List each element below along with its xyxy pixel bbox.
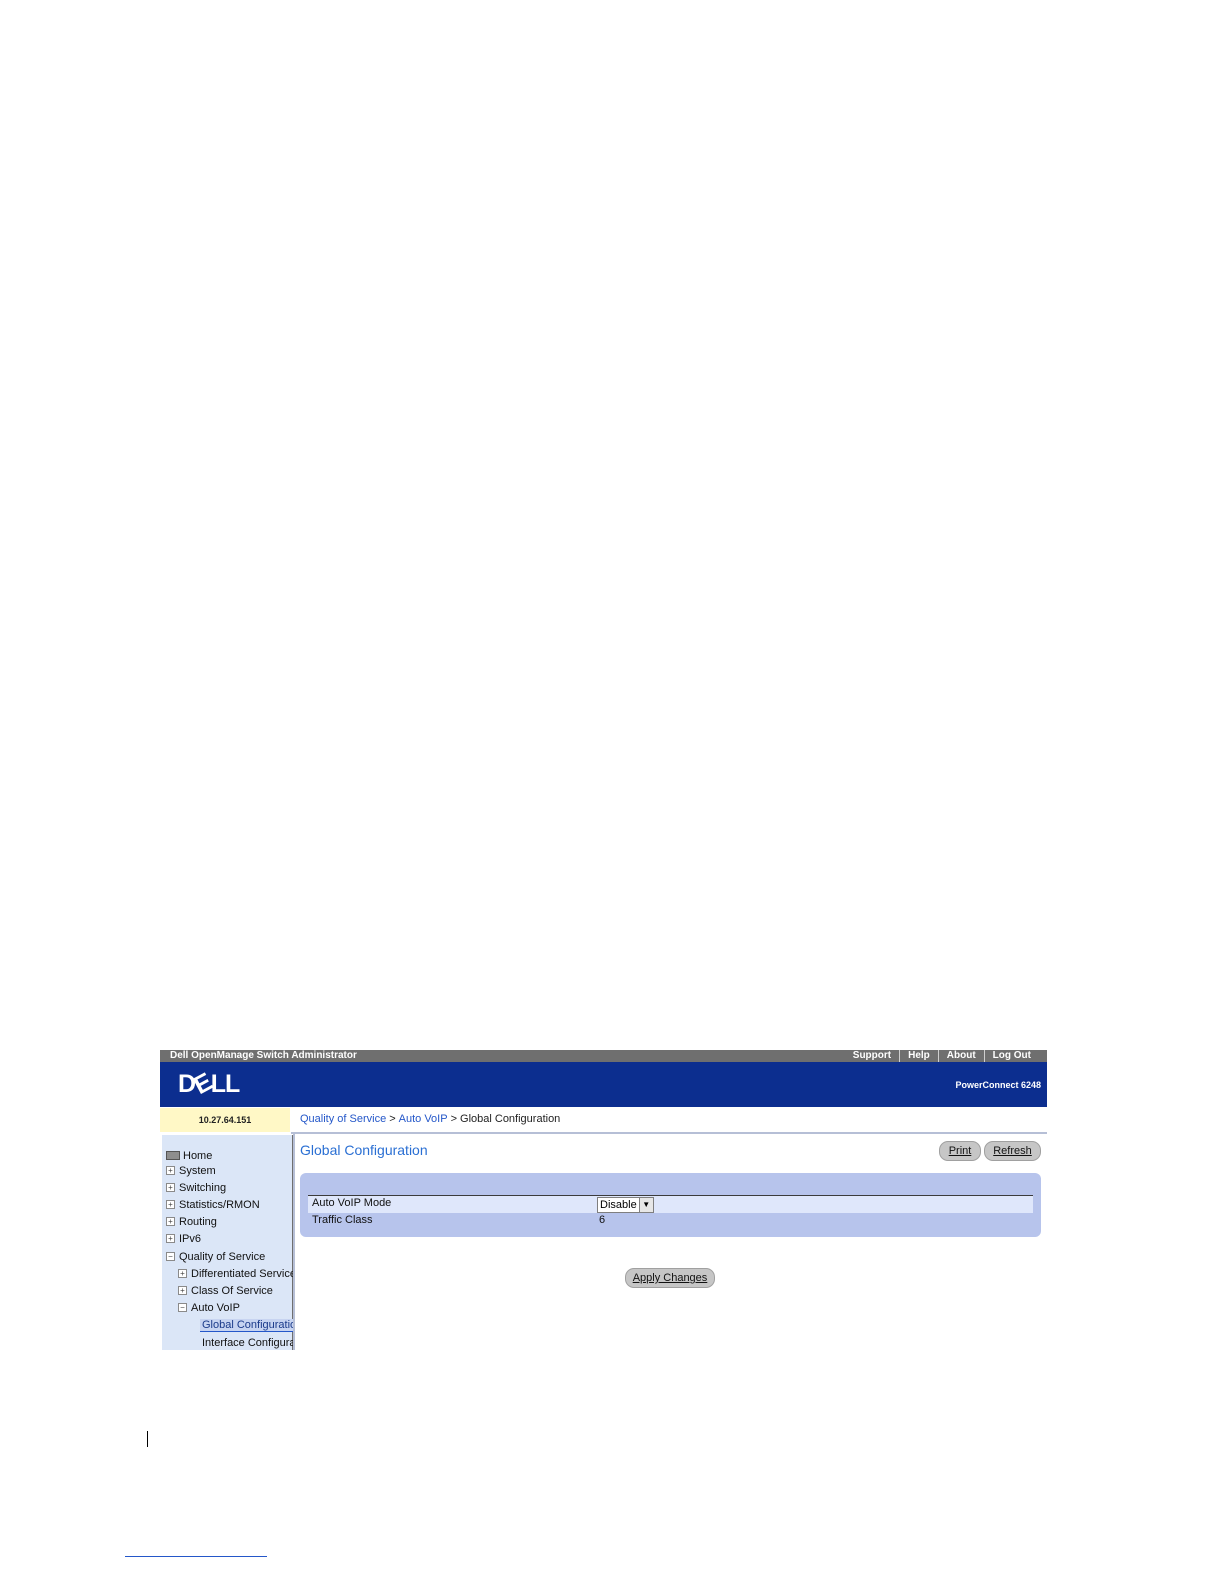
footnote-rule — [125, 1556, 267, 1557]
sidebar-item-ipv6[interactable]: + IPv6 — [166, 1231, 201, 1246]
sidebar-item-global-configuration[interactable]: Global Configuration — [200, 1318, 305, 1333]
sidebar-item-switching[interactable]: + Switching — [166, 1180, 226, 1195]
sidebar-item-diffserv[interactable]: + Differentiated Services — [178, 1266, 301, 1281]
top-links: Support Help About Log Out — [845, 1050, 1039, 1062]
sidebar-item-qos[interactable]: − Quality of Service — [166, 1249, 265, 1264]
product-name: PowerConnect 6248 — [955, 1080, 1041, 1090]
switch-ip: 10.27.64.151 — [160, 1108, 290, 1132]
expand-icon[interactable]: + — [178, 1269, 187, 1278]
print-button[interactable]: Print — [939, 1141, 981, 1161]
top-bar: Dell OpenManage Switch Administrator Sup… — [160, 1050, 1047, 1062]
chevron-down-icon[interactable]: ▼ — [638, 1198, 653, 1212]
about-link[interactable]: About — [937, 1050, 984, 1062]
expand-icon[interactable]: + — [166, 1166, 175, 1175]
expand-icon[interactable]: + — [166, 1200, 175, 1209]
sidebar-item-system[interactable]: + System — [166, 1163, 216, 1178]
apply-changes-button[interactable]: Apply Changes — [625, 1268, 715, 1288]
traffic-class-label: Traffic Class — [312, 1214, 373, 1226]
sidebar-item-routing[interactable]: + Routing — [166, 1214, 217, 1229]
app-title: Dell OpenManage Switch Administrator — [170, 1050, 357, 1061]
banner: DELL PowerConnect 6248 — [160, 1062, 1047, 1107]
main-content: Global Configuration Print Refresh Auto … — [293, 1134, 1047, 1350]
app-window: Dell OpenManage Switch Administrator Sup… — [160, 1050, 1047, 1350]
auto-voip-mode-label: Auto VoIP Mode — [312, 1197, 392, 1209]
collapse-icon[interactable]: − — [166, 1252, 175, 1261]
breadcrumb: Quality of Service > Auto VoIP > Global Conf… — [291, 1108, 1047, 1134]
table-row: Auto VoIP Mode Disable ▼ — [308, 1196, 1033, 1213]
expand-icon[interactable]: + — [166, 1217, 175, 1226]
page-margin-bar — [147, 1431, 148, 1447]
collapse-icon[interactable]: − — [178, 1303, 187, 1312]
sidebar: Home + System + Switching + Statistics/RMON… — [162, 1135, 313, 1350]
traffic-class-value: 6 — [599, 1214, 606, 1226]
help-link[interactable]: Help — [899, 1050, 938, 1062]
logout-link[interactable]: Log Out — [983, 1050, 1039, 1062]
expand-icon[interactable]: + — [166, 1234, 175, 1243]
sidebar-item-auto-voip[interactable]: − Auto VoIP — [178, 1300, 240, 1315]
expand-icon[interactable]: + — [178, 1286, 187, 1295]
dell-logo: DELL — [178, 1068, 240, 1101]
crumb-qos[interactable]: Quality of Service — [300, 1113, 386, 1125]
refresh-button[interactable]: Refresh — [984, 1141, 1041, 1161]
auto-voip-mode-select[interactable]: Disable ▼ — [597, 1197, 654, 1213]
sidebar-item-home[interactable]: Home — [166, 1148, 212, 1163]
support-link[interactable]: Support — [845, 1050, 899, 1062]
crumb-current: Global Configuration — [460, 1113, 561, 1125]
config-panel: Auto VoIP Mode Disable ▼ Traffic Class 6 — [300, 1173, 1041, 1237]
crumb-auto-voip[interactable]: Auto VoIP — [399, 1113, 448, 1125]
expand-icon[interactable]: + — [166, 1183, 175, 1192]
home-icon — [166, 1151, 180, 1160]
sidebar-item-cos[interactable]: + Class Of Service — [178, 1283, 273, 1298]
page-title: Global Configuration — [300, 1142, 428, 1158]
table-row: Traffic Class 6 — [308, 1213, 1033, 1230]
sidebar-item-statistics[interactable]: + Statistics/RMON — [166, 1197, 260, 1212]
